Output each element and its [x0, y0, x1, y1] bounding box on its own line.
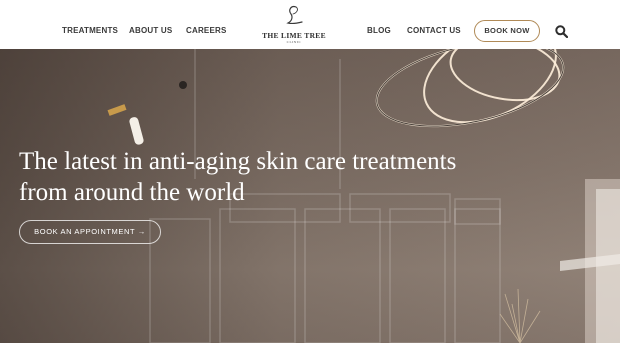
nav-treatments[interactable]: TREATMENTS: [62, 26, 118, 35]
hero-heading-line-1: The latest in anti-aging skin care treat…: [19, 148, 457, 175]
book-appointment-button[interactable]: BOOK AN APPOINTMENT →: [19, 220, 161, 244]
nav-blog[interactable]: BLOG: [367, 26, 391, 35]
search-icon[interactable]: [555, 25, 568, 38]
book-now-button[interactable]: BOOK NOW: [474, 20, 540, 42]
site-logo[interactable]: THE LIME TREE CLINIC: [258, 4, 330, 46]
logo-monogram-icon: [286, 5, 303, 25]
hero-heading: The latest in anti-aging skin care treat…: [19, 146, 499, 208]
nav-about-us[interactable]: ABOUT US: [129, 26, 172, 35]
nav-careers[interactable]: CAREERS: [186, 26, 227, 35]
logo-subtitle: CLINIC: [286, 40, 302, 44]
hero-section: The latest in anti-aging skin care treat…: [0, 49, 620, 343]
nav-contact-us[interactable]: CONTACT US: [407, 26, 461, 35]
site-header: TREATMENTS ABOUT US CAREERS THE LIME TRE…: [0, 0, 620, 49]
logo-name: THE LIME TREE: [262, 31, 326, 40]
hero-heading-line-2: from around the world: [19, 179, 245, 206]
